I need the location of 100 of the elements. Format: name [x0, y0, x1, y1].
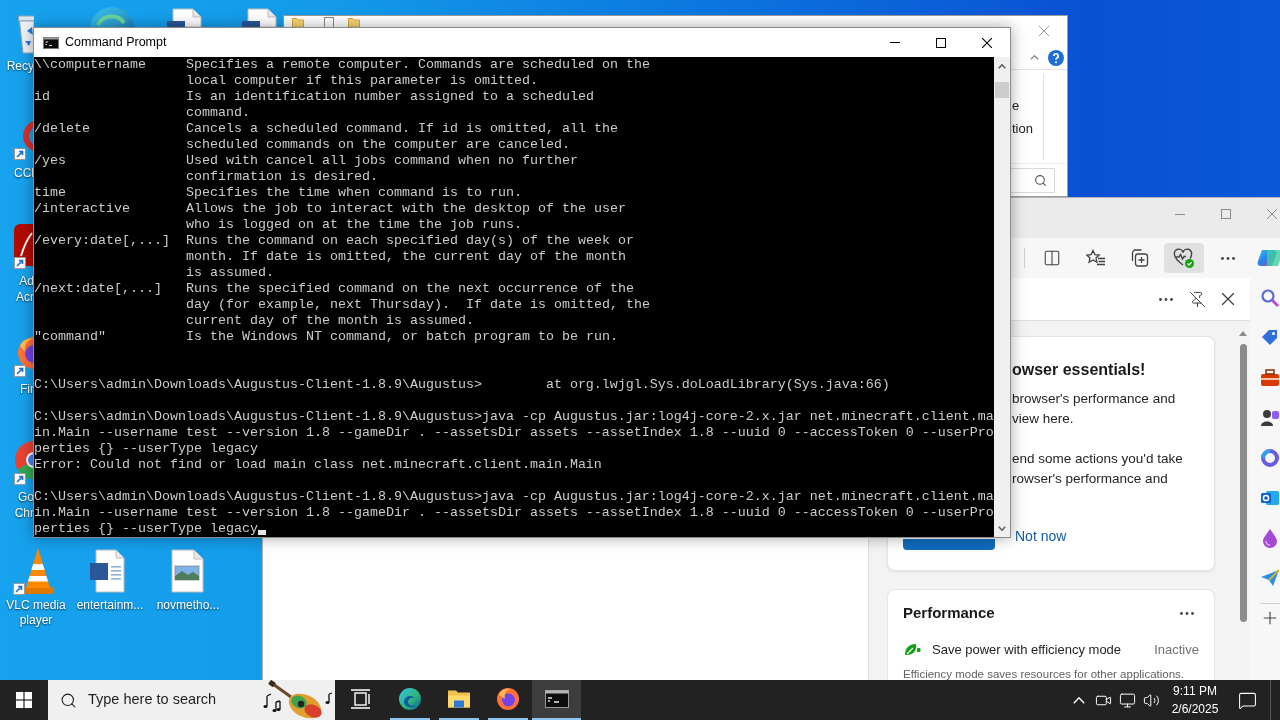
paper-plane-icon[interactable]	[1260, 568, 1280, 588]
search-icon	[60, 691, 77, 709]
card-heading: owser essentials!	[1012, 360, 1146, 380]
toolbar-button[interactable]	[1164, 243, 1204, 273]
search-icon[interactable]	[1260, 288, 1280, 308]
icon-label: VLC media player	[5, 598, 67, 628]
slanted-logo-icon[interactable]	[1255, 247, 1280, 269]
card-paragraph: end some actions you'd take rowser's performance and	[1012, 450, 1183, 488]
feature-label: Save power with efficiency mode	[932, 641, 1122, 660]
more-icon	[1221, 256, 1235, 260]
terminal-icon	[544, 690, 569, 708]
shortcut-arrow-icon	[14, 365, 26, 377]
task-view-icon	[349, 689, 372, 709]
maximize-icon	[1221, 209, 1231, 219]
command-line: C:\Users\admin\Downloads\Augustus-Client-1.8.9\Augustus> at org.lwjgl.Sys.doLoadLibrary(Sys.java:66)	[34, 377, 890, 392]
shortcut-arrow-icon	[14, 148, 26, 160]
help-icon[interactable]	[1048, 49, 1064, 66]
switch-description: Specifies the time when command is to run.	[186, 185, 522, 201]
globe-icon	[495, 687, 520, 711]
clock-time: 9:11 PM	[1173, 683, 1217, 700]
switch-name: "command"	[34, 329, 106, 345]
not-now-link[interactable]: Not now	[1015, 526, 1067, 547]
search-input[interactable]: Type here to search	[88, 689, 248, 711]
more-icon	[1180, 611, 1194, 615]
toolbox-icon[interactable]	[1260, 368, 1280, 388]
minimize-icon	[890, 42, 900, 43]
scroll-thumb[interactable]	[1239, 344, 1247, 622]
switch-name: time	[34, 185, 66, 201]
star-list-icon	[1086, 249, 1106, 267]
icon-label: Fir	[19, 382, 34, 397]
switch-name: /yes	[34, 153, 66, 169]
close-icon	[1267, 209, 1277, 219]
switch-description: Cancels a scheduled command. If id is omitted, all the scheduled commands on the computer are canceled.	[186, 121, 618, 153]
heart-pulse-icon	[1173, 248, 1195, 268]
ribbon-label: e	[1012, 99, 1020, 113]
switch-name: /next:date[,...]	[34, 281, 162, 297]
document-icon[interactable]	[240, 8, 280, 27]
search-bar[interactable]: Type here to search	[48, 680, 335, 720]
switch-description: Runs the specified command on the next occurrence of the day (for example, next Thursday). If date is omitted, the current day of the month is assumed.	[186, 281, 650, 329]
image-file-icon[interactable]	[170, 549, 204, 593]
collapse-ribbon-icon[interactable]	[1030, 55, 1039, 60]
person-icon[interactable]	[1260, 408, 1280, 428]
close-icon	[1039, 26, 1049, 36]
drop-icon[interactable]	[1260, 528, 1280, 548]
icon-label: CCl	[13, 165, 34, 181]
notification-icon[interactable]	[1238, 690, 1257, 710]
command-line: C:\Users\admin\Downloads\Augustus-Client-1.8.9\Augustus>java -cp Augustus.jar:log4j-core-2.x.jar net.minecraft.client.main.Main --username test --version 1.8 --gameDir . --assetsDir assets --assetIndex 1.8 --uuid 0 --accessToken 0 --userProperties {} --userType legacy	[34, 489, 994, 536]
recycle-bin-icon[interactable]	[18, 12, 34, 54]
taskbar-button[interactable]	[532, 680, 581, 720]
clock-date: 2/6/2025	[1171, 701, 1219, 718]
output-line: Error: Could not find or load main class net.minecraft.client.main.Main	[34, 457, 602, 473]
switch-name: /delete	[34, 121, 90, 137]
unpin-icon	[1188, 290, 1206, 308]
leaf-icon	[904, 643, 921, 657]
document-icon[interactable]	[88, 549, 128, 593]
clock-button[interactable]: 9:11 PM 2/6/2025	[1165, 682, 1225, 718]
icon-label: Recy	[5, 58, 34, 74]
search-icon	[1034, 173, 1047, 187]
switch-name: id	[34, 89, 50, 105]
icon-label: Go Chr	[13, 489, 34, 521]
shortcut-arrow-icon	[14, 473, 26, 485]
scroll-thumb[interactable]	[995, 82, 1009, 98]
card-paragraph: browser's performance and view here.	[1012, 390, 1176, 428]
close-icon	[982, 37, 992, 48]
ring-icon[interactable]	[1260, 448, 1280, 468]
command-line: C:\Users\admin\Downloads\Augustus-Client-1.8.9\Augustus>java -cp Augustus.jar:log4j-core-2.x.jar net.minecraft.client.main.Main --username test --version 1.8 --gameDir . --assetsDir assets --assetIndex 1.8 --uuid 0 --accessToken 0 --userProperties {} --userType legacy	[34, 409, 994, 456]
switch-description: Is an identification number assigned to a scheduled command.	[186, 89, 594, 121]
icon-label: entertainm...	[75, 598, 145, 613]
chevron-up-icon[interactable]	[1073, 696, 1085, 704]
switch-description: Is the Windows NT command, or batch program to be run.	[186, 329, 618, 345]
tag-icon[interactable]	[1260, 328, 1280, 348]
shortcut-arrow-icon	[13, 583, 25, 595]
minimize-icon	[1175, 213, 1185, 215]
switch-description: Specifies a remote computer. Commands are scheduled on the local computer if this parameter is omitted.	[186, 57, 650, 89]
switch-name: /every:date[,...]	[34, 233, 170, 249]
card-heading: Performance	[903, 602, 995, 623]
volume-icon[interactable]	[1142, 691, 1160, 709]
folder-icon	[446, 689, 471, 709]
switch-description: Runs the command on each specified day(s) of the week or month. If date is omitted, the current day of the month is assumed.	[186, 233, 634, 281]
split-screen-icon	[1043, 249, 1061, 267]
switch-description: Used with cancel all jobs command when no further confirmation is desired.	[186, 153, 578, 185]
square-plus-icon	[1131, 249, 1149, 267]
window-title: Command Prompt	[65, 34, 167, 52]
window-panes-icon	[16, 692, 32, 708]
shortcut-arrow-icon	[14, 257, 26, 269]
icon-label: novmetho...	[155, 598, 221, 613]
more-icon	[1159, 297, 1173, 301]
ribbon-label: tion	[1012, 122, 1033, 136]
ring-icon[interactable]	[22, 119, 34, 153]
switch-description: Allows the job to interact with the desktop of the user who is logged on at the time the job runs.	[186, 201, 626, 233]
document-icon[interactable]	[165, 8, 205, 27]
feature-description: Efficiency mode saves resources for other applications.	[903, 667, 1185, 680]
scroll-up-arrow-icon[interactable]	[1239, 331, 1247, 336]
status-label: Inactive	[1154, 641, 1199, 660]
terminal-icon	[43, 36, 59, 49]
switch-name: /interactive	[34, 201, 130, 217]
mail-app-icon[interactable]	[1260, 488, 1280, 508]
close-icon	[1222, 293, 1234, 305]
network-icon[interactable]	[1118, 691, 1136, 709]
swirl-logo-icon	[397, 687, 422, 711]
